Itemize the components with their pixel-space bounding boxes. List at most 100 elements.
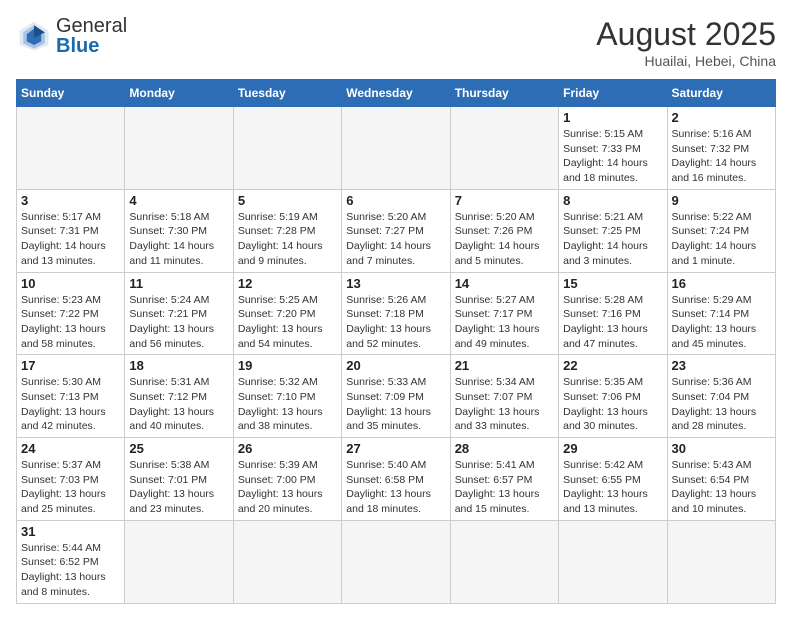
- day-info: Sunrise: 5:17 AM Sunset: 7:31 PM Dayligh…: [21, 210, 120, 269]
- calendar-week-row: 31 Sunrise: 5:44 AM Sunset: 6:52 PM Dayli…: [17, 520, 776, 603]
- day-number: 11: [129, 276, 228, 291]
- calendar-cell: [342, 107, 450, 190]
- calendar-cell: [125, 520, 233, 603]
- day-number: 30: [672, 441, 771, 456]
- day-number: 15: [563, 276, 662, 291]
- day-info: Sunrise: 5:24 AM Sunset: 7:21 PM Dayligh…: [129, 293, 228, 352]
- day-info: Sunrise: 5:32 AM Sunset: 7:10 PM Dayligh…: [238, 375, 337, 434]
- weekday-header: Monday: [125, 80, 233, 107]
- day-info: Sunrise: 5:28 AM Sunset: 7:16 PM Dayligh…: [563, 293, 662, 352]
- calendar-cell: 2 Sunrise: 5:16 AM Sunset: 7:32 PM Daylig…: [667, 107, 775, 190]
- page-header: General Blue August 2025 Huailai, Hebei,…: [16, 16, 776, 69]
- day-number: 17: [21, 358, 120, 373]
- calendar: SundayMondayTuesdayWednesdayThursdayFrid…: [16, 79, 776, 604]
- calendar-cell: [233, 520, 341, 603]
- day-info: Sunrise: 5:25 AM Sunset: 7:20 PM Dayligh…: [238, 293, 337, 352]
- day-info: Sunrise: 5:19 AM Sunset: 7:28 PM Dayligh…: [238, 210, 337, 269]
- calendar-cell: 29 Sunrise: 5:42 AM Sunset: 6:55 PM Dayli…: [559, 438, 667, 521]
- weekday-header: Thursday: [450, 80, 558, 107]
- day-info: Sunrise: 5:44 AM Sunset: 6:52 PM Dayligh…: [21, 541, 120, 600]
- calendar-cell: [450, 107, 558, 190]
- calendar-cell: 20 Sunrise: 5:33 AM Sunset: 7:09 PM Dayli…: [342, 355, 450, 438]
- day-number: 5: [238, 193, 337, 208]
- day-number: 12: [238, 276, 337, 291]
- calendar-cell: 30 Sunrise: 5:43 AM Sunset: 6:54 PM Dayli…: [667, 438, 775, 521]
- location: Huailai, Hebei, China: [596, 53, 776, 69]
- day-number: 28: [455, 441, 554, 456]
- day-number: 16: [672, 276, 771, 291]
- calendar-cell: 15 Sunrise: 5:28 AM Sunset: 7:16 PM Dayli…: [559, 272, 667, 355]
- weekday-header: Wednesday: [342, 80, 450, 107]
- calendar-cell: [667, 520, 775, 603]
- day-info: Sunrise: 5:36 AM Sunset: 7:04 PM Dayligh…: [672, 375, 771, 434]
- calendar-cell: 1Sunrise: 5:15 AM Sunset: 7:33 PM Daylig…: [559, 107, 667, 190]
- day-number: 22: [563, 358, 662, 373]
- calendar-cell: [559, 520, 667, 603]
- logo-text: General Blue: [56, 16, 127, 56]
- calendar-cell: 27 Sunrise: 5:40 AM Sunset: 6:58 PM Dayli…: [342, 438, 450, 521]
- calendar-cell: 28Sunrise: 5:41 AM Sunset: 6:57 PM Dayli…: [450, 438, 558, 521]
- day-number: 3: [21, 193, 120, 208]
- calendar-cell: [342, 520, 450, 603]
- day-info: Sunrise: 5:29 AM Sunset: 7:14 PM Dayligh…: [672, 293, 771, 352]
- calendar-cell: 25 Sunrise: 5:38 AM Sunset: 7:01 PM Dayli…: [125, 438, 233, 521]
- day-info: Sunrise: 5:21 AM Sunset: 7:25 PM Dayligh…: [563, 210, 662, 269]
- day-info: Sunrise: 5:20 AM Sunset: 7:27 PM Dayligh…: [346, 210, 445, 269]
- day-number: 14: [455, 276, 554, 291]
- day-number: 25: [129, 441, 228, 456]
- day-info: Sunrise: 5:22 AM Sunset: 7:24 PM Dayligh…: [672, 210, 771, 269]
- day-info: Sunrise: 5:16 AM Sunset: 7:32 PM Dayligh…: [672, 127, 771, 186]
- day-info: Sunrise: 5:31 AM Sunset: 7:12 PM Dayligh…: [129, 375, 228, 434]
- day-info: Sunrise: 5:35 AM Sunset: 7:06 PM Dayligh…: [563, 375, 662, 434]
- calendar-week-row: 24Sunrise: 5:37 AM Sunset: 7:03 PM Dayli…: [17, 438, 776, 521]
- weekday-header: Tuesday: [233, 80, 341, 107]
- day-number: 4: [129, 193, 228, 208]
- day-number: 13: [346, 276, 445, 291]
- day-number: 8: [563, 193, 662, 208]
- day-number: 23: [672, 358, 771, 373]
- day-number: 10: [21, 276, 120, 291]
- day-info: Sunrise: 5:34 AM Sunset: 7:07 PM Dayligh…: [455, 375, 554, 434]
- calendar-cell: 8 Sunrise: 5:21 AM Sunset: 7:25 PM Daylig…: [559, 189, 667, 272]
- calendar-cell: 26 Sunrise: 5:39 AM Sunset: 7:00 PM Dayli…: [233, 438, 341, 521]
- weekday-header: Friday: [559, 80, 667, 107]
- calendar-cell: 24Sunrise: 5:37 AM Sunset: 7:03 PM Dayli…: [17, 438, 125, 521]
- day-number: 26: [238, 441, 337, 456]
- day-info: Sunrise: 5:15 AM Sunset: 7:33 PM Dayligh…: [563, 127, 662, 186]
- calendar-week-row: 10 Sunrise: 5:23 AM Sunset: 7:22 PM Dayli…: [17, 272, 776, 355]
- calendar-cell: 14 Sunrise: 5:27 AM Sunset: 7:17 PM Dayli…: [450, 272, 558, 355]
- calendar-cell: 18Sunrise: 5:31 AM Sunset: 7:12 PM Dayli…: [125, 355, 233, 438]
- day-number: 29: [563, 441, 662, 456]
- logo-icon: [16, 18, 52, 54]
- day-number: 6: [346, 193, 445, 208]
- calendar-cell: 19Sunrise: 5:32 AM Sunset: 7:10 PM Dayli…: [233, 355, 341, 438]
- weekday-header-row: SundayMondayTuesdayWednesdayThursdayFrid…: [17, 80, 776, 107]
- calendar-cell: 6 Sunrise: 5:20 AM Sunset: 7:27 PM Daylig…: [342, 189, 450, 272]
- calendar-cell: 3 Sunrise: 5:17 AM Sunset: 7:31 PM Daylig…: [17, 189, 125, 272]
- weekday-header: Saturday: [667, 80, 775, 107]
- calendar-cell: 7Sunrise: 5:20 AM Sunset: 7:26 PM Daylig…: [450, 189, 558, 272]
- day-number: 21: [455, 358, 554, 373]
- day-info: Sunrise: 5:30 AM Sunset: 7:13 PM Dayligh…: [21, 375, 120, 434]
- day-info: Sunrise: 5:39 AM Sunset: 7:00 PM Dayligh…: [238, 458, 337, 517]
- day-info: Sunrise: 5:43 AM Sunset: 6:54 PM Dayligh…: [672, 458, 771, 517]
- calendar-cell: [450, 520, 558, 603]
- day-number: 31: [21, 524, 120, 539]
- day-info: Sunrise: 5:37 AM Sunset: 7:03 PM Dayligh…: [21, 458, 120, 517]
- day-info: Sunrise: 5:27 AM Sunset: 7:17 PM Dayligh…: [455, 293, 554, 352]
- day-number: 27: [346, 441, 445, 456]
- day-info: Sunrise: 5:33 AM Sunset: 7:09 PM Dayligh…: [346, 375, 445, 434]
- day-info: Sunrise: 5:38 AM Sunset: 7:01 PM Dayligh…: [129, 458, 228, 517]
- day-number: 2: [672, 110, 771, 125]
- day-info: Sunrise: 5:23 AM Sunset: 7:22 PM Dayligh…: [21, 293, 120, 352]
- day-info: Sunrise: 5:40 AM Sunset: 6:58 PM Dayligh…: [346, 458, 445, 517]
- calendar-cell: [17, 107, 125, 190]
- day-number: 9: [672, 193, 771, 208]
- logo: General Blue: [16, 16, 127, 56]
- month-year: August 2025: [596, 16, 776, 53]
- calendar-cell: 31 Sunrise: 5:44 AM Sunset: 6:52 PM Dayli…: [17, 520, 125, 603]
- day-number: 20: [346, 358, 445, 373]
- calendar-week-row: 3 Sunrise: 5:17 AM Sunset: 7:31 PM Daylig…: [17, 189, 776, 272]
- calendar-cell: 4Sunrise: 5:18 AM Sunset: 7:30 PM Daylig…: [125, 189, 233, 272]
- day-info: Sunrise: 5:42 AM Sunset: 6:55 PM Dayligh…: [563, 458, 662, 517]
